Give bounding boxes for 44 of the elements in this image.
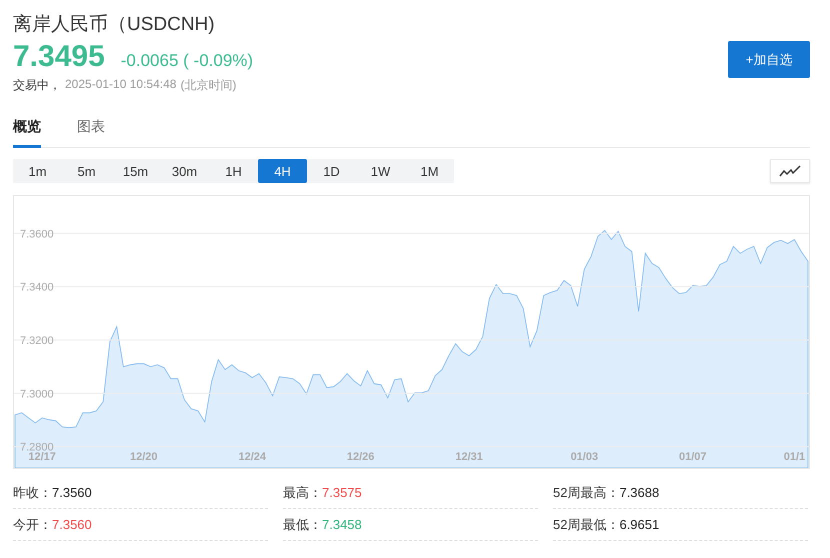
stat-label: 今开： — [13, 516, 52, 534]
x-axis-label: 01/07 — [679, 451, 707, 463]
tab[interactable]: 概览 — [13, 114, 41, 148]
x-axis-label: 12/31 — [455, 451, 483, 463]
stat-label: 52周最高： — [553, 484, 620, 502]
stat-value: 6.9651 — [619, 517, 660, 532]
y-axis-label: 7.3600 — [20, 228, 54, 240]
x-axis-label: 01/1 — [784, 451, 806, 463]
interval-button[interactable]: 1m — [13, 159, 62, 183]
stat-value: 7.3560 — [52, 517, 92, 532]
stat-value: 7.3458 — [322, 517, 362, 532]
stat-value: 7.3560 — [52, 485, 92, 500]
interval-button[interactable]: 5m — [62, 159, 111, 183]
stat-label: 52周最低： — [553, 516, 620, 534]
y-axis-label: 7.3200 — [20, 335, 54, 347]
stat-label: 昨收： — [13, 484, 52, 502]
x-axis-label: 12/20 — [130, 451, 158, 463]
interval-button[interactable]: 15m — [111, 159, 160, 183]
y-axis-label: 7.3000 — [20, 388, 54, 400]
interval-button[interactable]: 1D — [307, 159, 356, 183]
timezone: (北京时间) — [180, 77, 236, 94]
price: 7.3495 — [13, 40, 105, 74]
x-axis-label: 12/26 — [346, 451, 374, 463]
tab[interactable]: 图表 — [77, 114, 105, 148]
x-axis-label: 12/24 — [238, 451, 266, 463]
interval-button[interactable]: 1H — [209, 159, 258, 183]
chart-type-button[interactable] — [770, 159, 810, 183]
stat-label: 最低： — [283, 516, 322, 534]
price-change: -0.0065 ( -0.09%) — [120, 51, 254, 71]
interval-button[interactable]: 1M — [405, 159, 454, 183]
stat-value: 7.3688 — [619, 485, 660, 500]
x-axis-label: 12/17 — [28, 451, 56, 463]
add-watchlist-button[interactable]: +加自选 — [728, 41, 810, 78]
page-title: 离岸人民币（USDCNH) — [13, 13, 216, 37]
stat-label: 最高： — [283, 484, 322, 502]
trading-status: 交易中， — [13, 77, 61, 94]
interval-button[interactable]: 1W — [356, 159, 405, 183]
interval-button[interactable]: 4H — [258, 159, 307, 183]
stat-value: 7.3575 — [322, 485, 362, 500]
interval-button[interactable]: 30m — [160, 159, 209, 183]
timestamp: 2025-01-10 10:54:48 — [65, 77, 176, 93]
y-axis-label: 7.3400 — [20, 282, 54, 294]
x-axis-label: 01/03 — [570, 451, 598, 463]
line-chart-icon — [779, 165, 801, 177]
